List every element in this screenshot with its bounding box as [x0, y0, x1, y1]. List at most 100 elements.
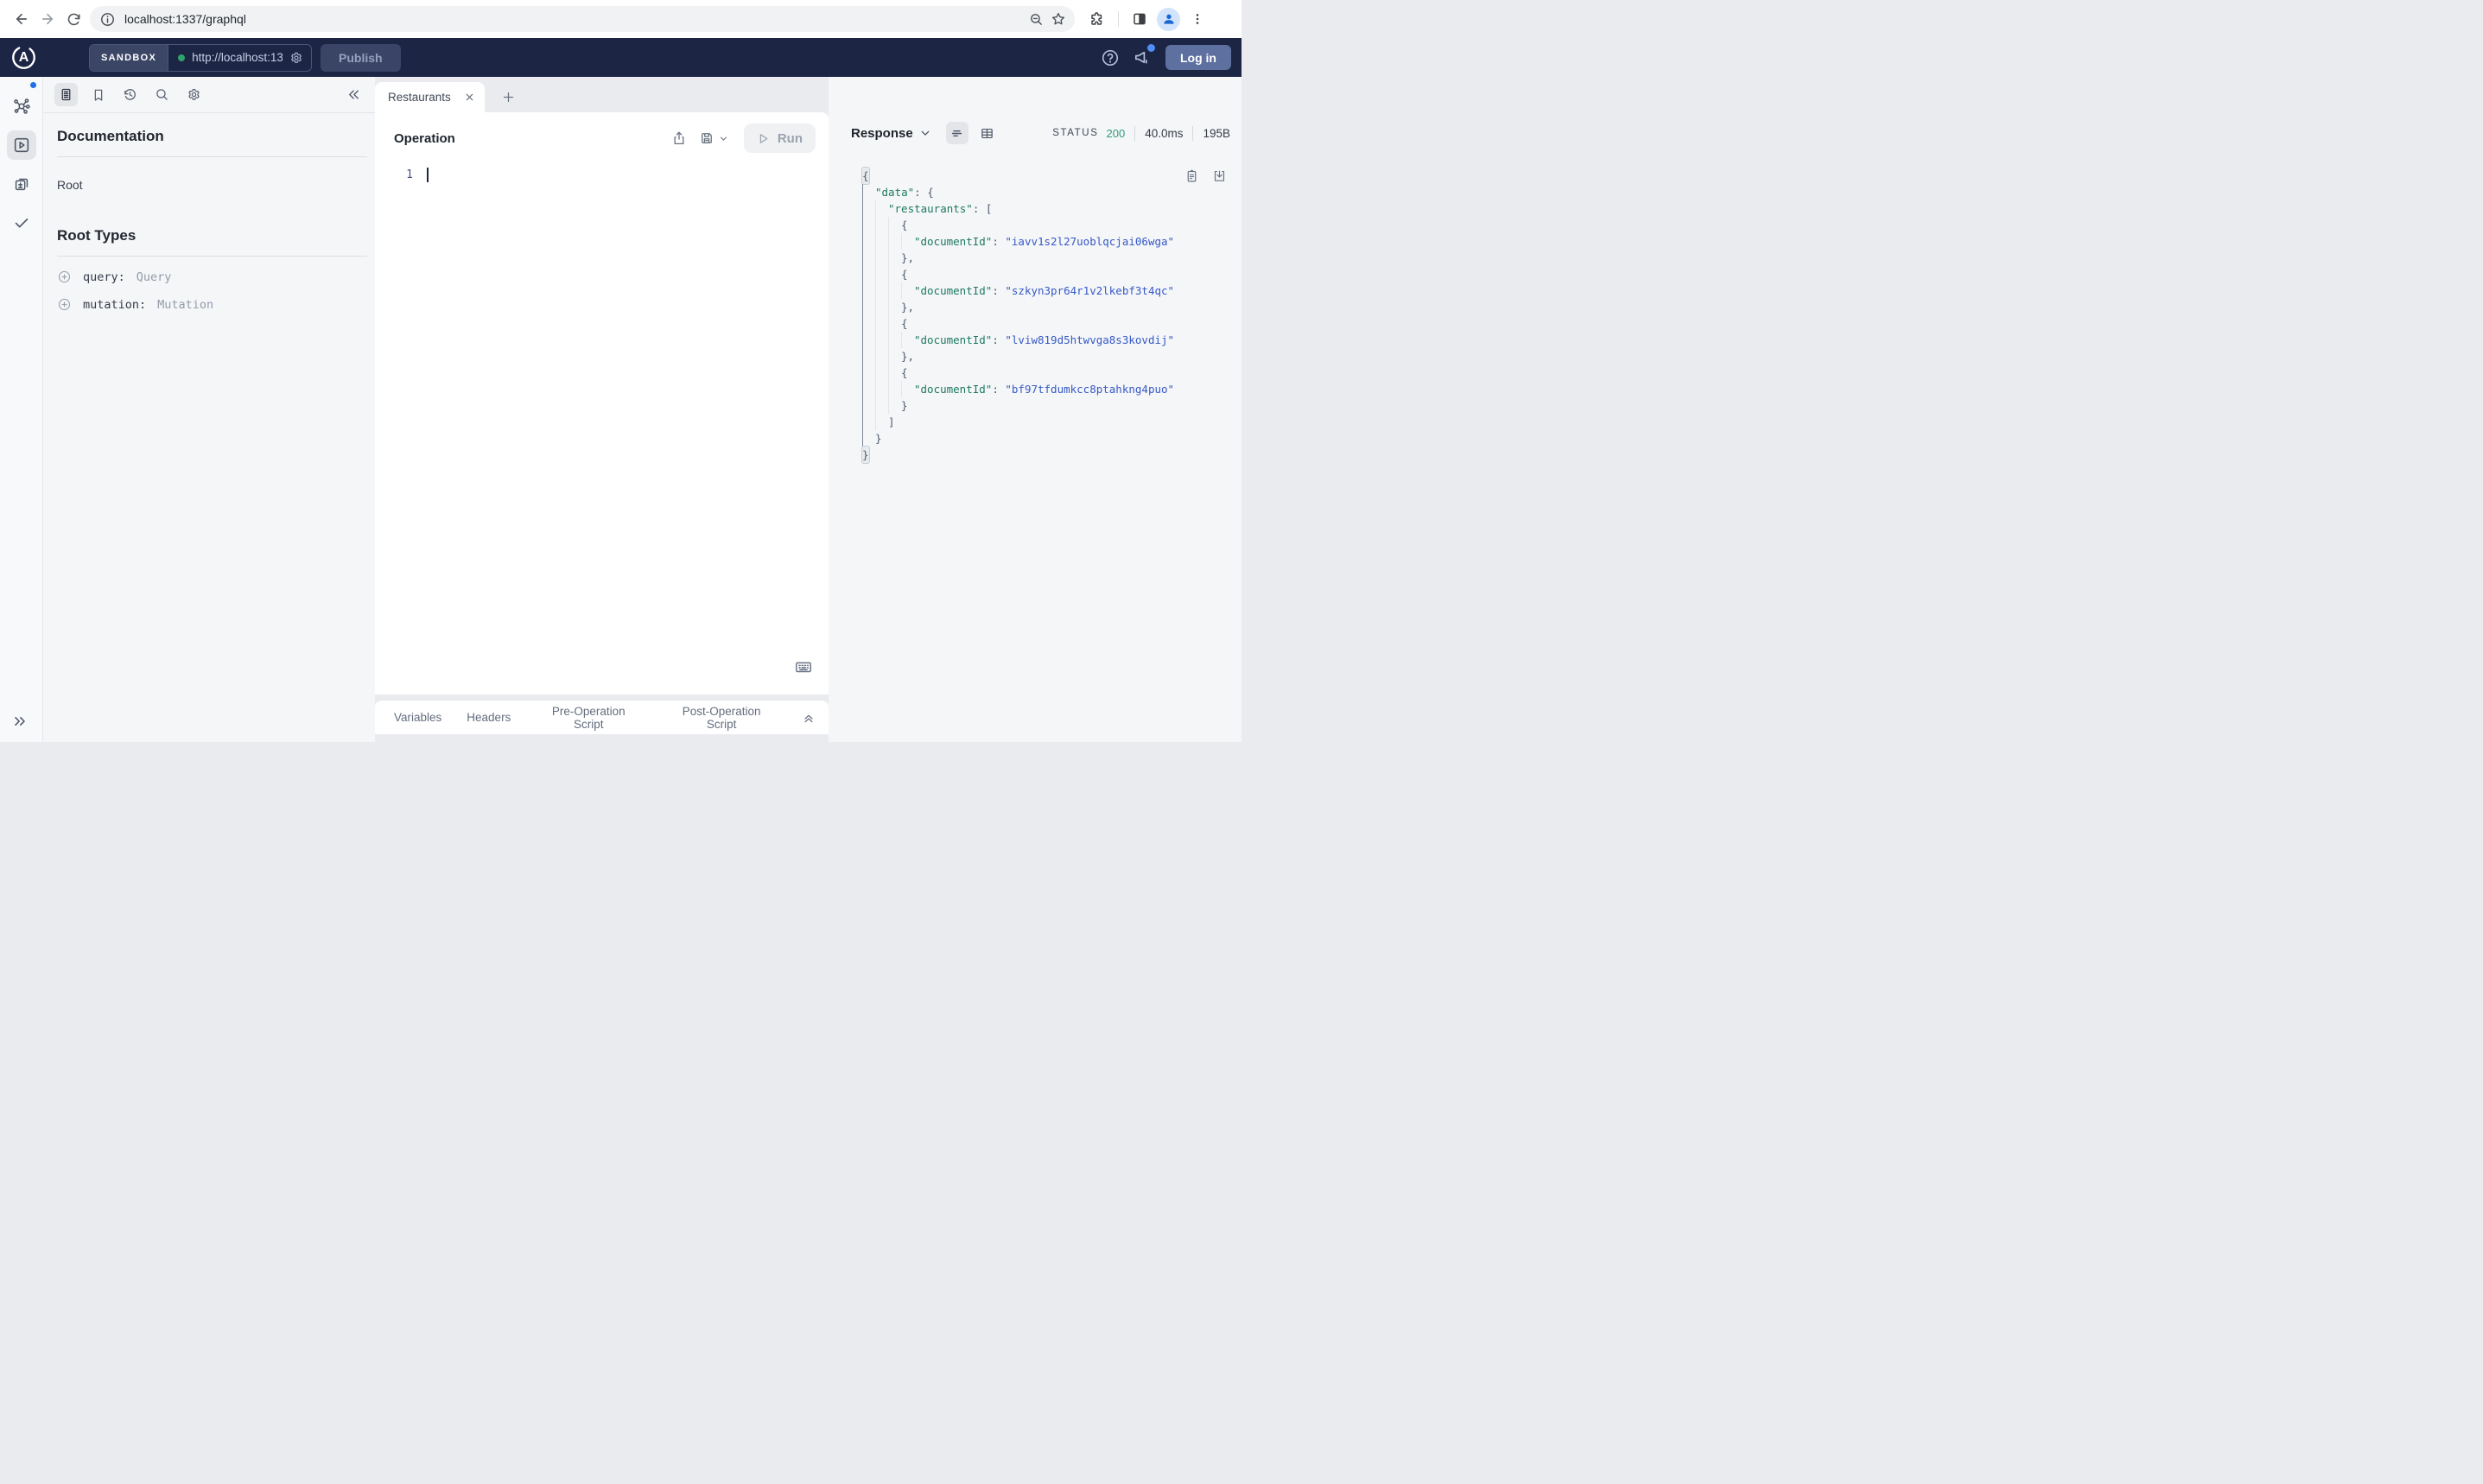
bookmark-star-icon[interactable]	[1047, 8, 1070, 30]
copy-response-icon[interactable]	[1184, 168, 1199, 183]
side-panel-icon[interactable]	[1127, 7, 1152, 31]
json-token: :	[972, 202, 986, 215]
json-line: "data": {	[862, 184, 1230, 200]
json-token: "szkyn3pr64r1v2lkebf3t4qc"	[1005, 284, 1175, 297]
root-types-list: query: Query mutation: Mutation	[57, 270, 367, 312]
reload-icon[interactable]	[60, 6, 86, 32]
explorer-icon[interactable]	[6, 130, 36, 160]
endpoint-url-box[interactable]: http://localhost:1337/gra…	[168, 45, 311, 71]
operation-editor[interactable]: 1	[375, 158, 829, 694]
forward-icon[interactable]	[35, 6, 60, 32]
indent-guide	[875, 348, 888, 365]
apollo-logo-letter: A	[18, 49, 29, 65]
back-icon[interactable]	[9, 6, 35, 32]
operation-bottom-bar: Variables Headers Pre-Operation Script Post…	[375, 700, 829, 734]
collapse-panel-icon[interactable]	[802, 711, 816, 725]
search-icon[interactable]	[150, 83, 174, 106]
new-tab-icon[interactable]	[501, 90, 516, 105]
indent-guide	[901, 332, 914, 348]
root-type-row[interactable]: query: Query	[57, 270, 367, 284]
save-icon[interactable]	[699, 130, 714, 146]
indent-guide	[888, 315, 901, 332]
json-token: :	[992, 333, 1006, 346]
apollo-logo[interactable]: A	[11, 45, 36, 70]
tab-restaurants[interactable]: Restaurants	[375, 82, 485, 112]
close-tab-icon[interactable]	[464, 92, 475, 103]
divider	[1118, 11, 1119, 27]
run-label: Run	[777, 130, 803, 146]
json-token: "lviw819d5htwvga8s3kovdij"	[1005, 333, 1175, 346]
raw-view-icon[interactable]	[945, 122, 968, 144]
expand-plus-icon[interactable]	[57, 297, 72, 312]
json-token: {	[901, 317, 908, 330]
announcements-icon[interactable]	[1133, 44, 1155, 67]
checks-icon[interactable]	[7, 208, 36, 238]
save-group[interactable]	[699, 130, 728, 146]
settings-gear-icon[interactable]	[182, 83, 206, 106]
table-view-icon[interactable]	[976, 122, 999, 144]
history-icon[interactable]	[118, 83, 142, 106]
response-dropdown-chevron-icon[interactable]	[919, 127, 931, 139]
type-name[interactable]: Mutation	[157, 298, 213, 312]
json-token: "documentId"	[914, 284, 993, 297]
json-token: "data"	[875, 186, 915, 199]
indent-guide	[862, 348, 875, 365]
json-token: },	[901, 350, 915, 363]
operation-actions: Run	[671, 124, 816, 153]
indent-guide	[888, 397, 901, 414]
indent-guide	[862, 365, 875, 381]
keyboard-shortcuts-icon[interactable]	[794, 657, 813, 676]
bookmark-icon[interactable]	[86, 83, 110, 106]
indent-guide	[862, 266, 875, 282]
site-info-icon[interactable]	[97, 9, 117, 29]
expand-rail-icon[interactable]	[11, 713, 29, 730]
bottom-tab-headers[interactable]: Headers	[467, 711, 511, 724]
login-button[interactable]: Log in	[1165, 45, 1231, 70]
response-header: Response STATUS 200 40.0ms 195B	[851, 122, 1230, 144]
operation-editor-card: Operation Run 1	[375, 112, 829, 694]
bottom-tab-pre-operation-script[interactable]: Pre-Operation Script	[536, 705, 641, 731]
bottom-tab-post-operation-script[interactable]: Post-Operation Script	[666, 705, 777, 731]
bottom-tab-variables[interactable]: Variables	[394, 711, 441, 724]
download-response-icon[interactable]	[1212, 168, 1227, 183]
type-field-name[interactable]: query:	[83, 270, 125, 284]
header-right: Log in	[1101, 44, 1231, 70]
expand-plus-icon[interactable]	[57, 270, 72, 284]
divider	[1134, 125, 1136, 141]
menu-kebab-icon[interactable]	[1185, 7, 1210, 31]
schema-icon[interactable]	[7, 92, 36, 121]
indent-guide	[862, 332, 875, 348]
profile-avatar[interactable]	[1157, 7, 1180, 31]
connection-settings-gear-icon[interactable]	[289, 51, 303, 65]
root-type-row[interactable]: mutation: Mutation	[57, 297, 367, 312]
documentation-tab-icon[interactable]	[54, 83, 78, 106]
indent-guide	[875, 200, 888, 217]
chrome-controls	[1085, 7, 1210, 31]
type-name[interactable]: Query	[137, 270, 172, 284]
type-field-name[interactable]: mutation:	[83, 298, 146, 312]
address-bar[interactable]: localhost:1337/graphql	[90, 6, 1075, 32]
docs-root-link[interactable]: Root	[57, 178, 367, 192]
zoom-out-icon[interactable]	[1025, 8, 1047, 30]
json-token: [	[985, 202, 993, 215]
endpoint-url-text[interactable]: http://localhost:1337/gra…	[192, 51, 283, 64]
indent-guide	[888, 250, 901, 266]
indent-guide	[875, 365, 888, 381]
indent-guide	[875, 315, 888, 332]
collapse-docs-icon[interactable]	[346, 86, 362, 103]
indent-guide	[901, 381, 914, 397]
json-token: "iavv1s2l27uoblqcjai06wga"	[1005, 235, 1175, 248]
indent-guide	[862, 381, 875, 397]
url-text[interactable]: localhost:1337/graphql	[124, 12, 1025, 26]
indent-guide	[888, 266, 901, 282]
share-icon[interactable]	[671, 130, 687, 146]
play-icon	[759, 133, 768, 143]
run-button[interactable]: Run	[743, 124, 816, 153]
collections-icon[interactable]	[7, 169, 36, 199]
publish-button[interactable]: Publish	[321, 43, 401, 72]
save-dropdown-chevron-icon[interactable]	[719, 134, 728, 143]
operation-tab-bar: Restaurants	[375, 77, 829, 112]
help-icon[interactable]	[1101, 48, 1120, 67]
response-panel: Response STATUS 200 40.0ms 195B {"data"…	[829, 77, 1242, 742]
extensions-icon[interactable]	[1085, 7, 1109, 31]
